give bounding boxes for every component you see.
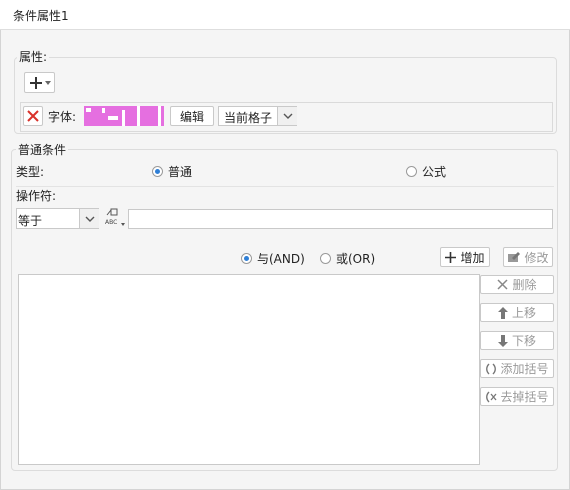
font-label: 字体: <box>48 110 77 124</box>
divider <box>16 186 554 187</box>
edit-font-button[interactable]: 编辑 <box>170 106 214 126</box>
add-property-button[interactable] <box>24 72 55 93</box>
value-input[interactable] <box>128 209 553 229</box>
edit-icon <box>507 251 521 263</box>
delete-x-icon <box>26 109 40 123</box>
add-condition-label: 增加 <box>460 250 485 265</box>
arrow-up-icon <box>497 306 508 319</box>
type-formula-radio[interactable]: 公式 <box>406 163 446 180</box>
type-normal-label: 普通 <box>168 165 193 179</box>
abc-icon: ABC <box>103 207 125 231</box>
modify-condition-label: 修改 <box>524 250 549 265</box>
operator-select[interactable]: 等于 <box>16 208 99 229</box>
type-label: 类型: <box>16 165 45 179</box>
window-title: 条件属性1 <box>13 9 69 23</box>
delete-condition-label: 删除 <box>512 278 537 292</box>
move-up-label: 上移 <box>511 306 536 320</box>
remove-brackets-icon <box>485 391 497 403</box>
add-brackets-button[interactable]: 添加括号 <box>480 359 554 378</box>
add-condition-button[interactable]: 增加 <box>440 247 490 267</box>
radio-unchecked <box>320 253 331 264</box>
operator-label: 操作符: <box>16 189 57 203</box>
title-bar: 条件属性1 <box>0 0 570 30</box>
dropdown-arrow-icon <box>44 80 51 85</box>
type-normal-radio[interactable]: 普通 <box>152 163 192 180</box>
logic-or-label: 或(OR) <box>336 252 376 266</box>
chevron-down-icon[interactable] <box>277 107 297 125</box>
condition-legend: 普通条件 <box>16 141 69 158</box>
font-preview-swatch <box>84 106 164 126</box>
brackets-icon <box>485 363 497 375</box>
close-icon <box>497 279 509 290</box>
move-up-button[interactable]: 上移 <box>480 303 554 322</box>
condition-list[interactable] <box>18 274 480 465</box>
logic-or-radio[interactable]: 或(OR) <box>320 250 375 267</box>
remove-brackets-label: 去掉括号 <box>500 390 549 404</box>
logic-and-label: 与(AND) <box>257 252 305 266</box>
operator-select-value: 等于 <box>18 214 43 228</box>
move-down-button[interactable]: 下移 <box>480 331 554 350</box>
arrow-down-icon <box>497 334 508 347</box>
type-formula-label: 公式 <box>422 165 447 179</box>
properties-legend: 属性: <box>17 48 50 65</box>
value-type-menu-button[interactable]: ABC <box>103 208 125 229</box>
move-down-label: 下移 <box>511 334 536 348</box>
scope-select-value: 当前格子 <box>224 111 273 125</box>
svg-text:ABC: ABC <box>105 219 117 226</box>
radio-unchecked <box>406 166 417 177</box>
radio-checked <box>241 253 252 264</box>
delete-condition-button[interactable]: 删除 <box>480 275 554 294</box>
plus-icon <box>445 251 457 263</box>
remove-property-button[interactable] <box>23 106 43 126</box>
add-brackets-label: 添加括号 <box>500 362 549 376</box>
modify-condition-button[interactable]: 修改 <box>503 247 553 267</box>
scope-select[interactable]: 当前格子 <box>218 106 297 126</box>
remove-brackets-button[interactable]: 去掉括号 <box>480 387 554 406</box>
logic-and-radio[interactable]: 与(AND) <box>241 250 305 267</box>
chevron-down-icon[interactable] <box>79 209 99 228</box>
radio-checked <box>152 166 163 177</box>
plus-icon <box>29 76 43 90</box>
